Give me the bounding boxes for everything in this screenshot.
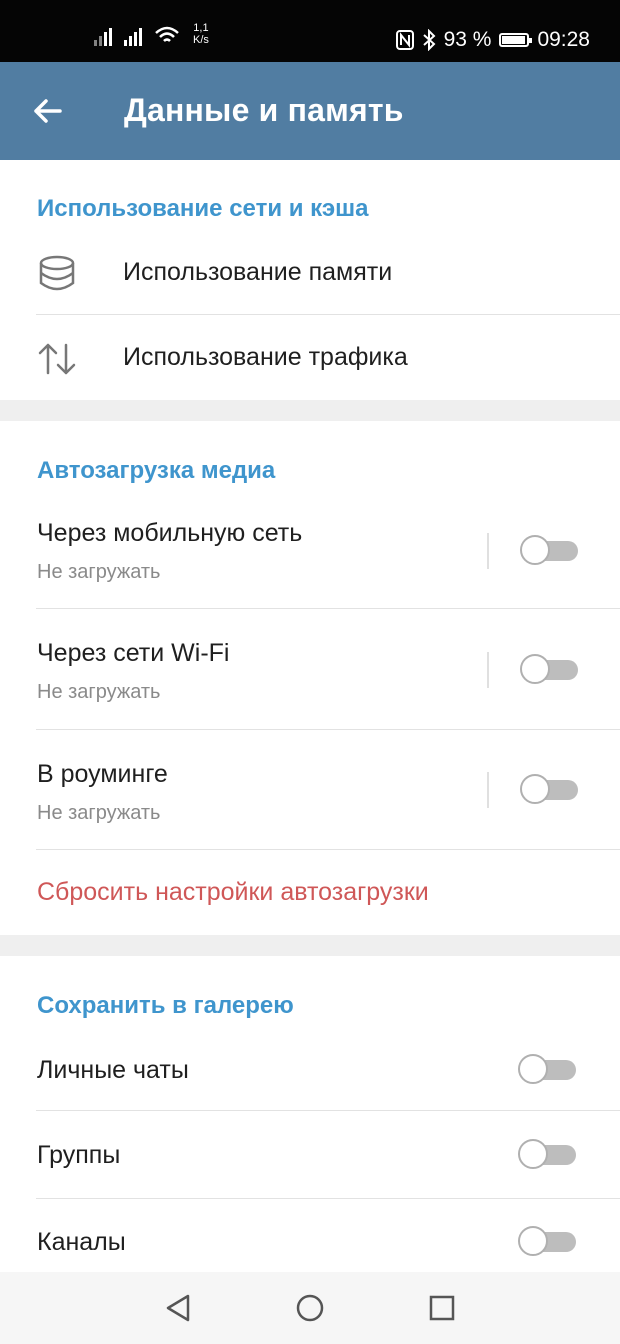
- nfc-icon: [395, 30, 414, 50]
- reset-autodownload-button[interactable]: Сбросить настройки автозагрузки: [37, 878, 429, 907]
- network-usage-section: Использование сети и кэша Использование …: [0, 160, 620, 400]
- item-label: Использование трафика: [123, 343, 408, 371]
- gallery-groups-item[interactable]: Группы: [0, 1111, 620, 1198]
- item-label: Личные чаты: [37, 1056, 189, 1084]
- item-label: Использование памяти: [123, 258, 393, 286]
- item-subtitle: Не загружать: [37, 681, 161, 703]
- wifi-icon: [155, 26, 179, 42]
- item-label: Через сети Wi-Fi: [37, 639, 230, 667]
- autodownload-roaming-item[interactable]: В роуминге Не загружать: [0, 730, 620, 849]
- autodownload-wifi-item[interactable]: Через сети Wi-Fi Не загружать: [0, 609, 620, 729]
- section-header: Сохранить в галерею: [37, 992, 294, 1019]
- vertical-separator: [487, 772, 489, 808]
- wifi-toggle[interactable]: [520, 654, 580, 684]
- signal-icon: [94, 24, 112, 46]
- section-header: Автозагрузка медиа: [37, 457, 276, 484]
- groups-toggle[interactable]: [518, 1139, 578, 1169]
- back-triangle-icon[interactable]: [162, 1292, 194, 1324]
- private-chats-toggle[interactable]: [518, 1054, 578, 1084]
- save-to-gallery-section: Сохранить в галерею Личные чаты Группы К…: [0, 956, 620, 1272]
- item-subtitle: Не загружать: [37, 561, 161, 583]
- up-down-arrows-icon: [38, 343, 76, 375]
- gallery-private-chats-item[interactable]: Личные чаты: [0, 1026, 620, 1110]
- network-indicators: [94, 24, 180, 46]
- database-icon: [39, 255, 75, 291]
- item-label: Через мобильную сеть: [37, 519, 303, 547]
- status-bar: 1,1 K/s 93 % 09:28: [0, 0, 620, 62]
- home-circle-icon[interactable]: [294, 1292, 326, 1324]
- clock: 09:28: [537, 28, 590, 51]
- arrow-left-icon[interactable]: [26, 89, 70, 133]
- recents-square-icon[interactable]: [426, 1292, 458, 1324]
- storage-usage-item[interactable]: Использование памяти: [0, 230, 620, 314]
- bluetooth-icon: [422, 29, 436, 51]
- mobile-toggle[interactable]: [520, 535, 580, 565]
- system-nav-bar: [0, 1272, 620, 1344]
- battery-percent: 93 %: [443, 28, 492, 51]
- speed-unit: K/s: [193, 34, 209, 46]
- section-header: Использование сети и кэша: [37, 195, 369, 222]
- status-right: 93 % 09:28: [395, 28, 590, 52]
- item-subtitle: Не загружать: [37, 802, 161, 824]
- vertical-separator: [487, 652, 489, 688]
- divider: [36, 849, 620, 850]
- traffic-usage-item[interactable]: Использование трафика: [0, 315, 620, 400]
- channels-toggle[interactable]: [518, 1226, 578, 1256]
- app-bar: Данные и память: [0, 62, 620, 160]
- signal-icon: [124, 24, 142, 46]
- gallery-channels-item[interactable]: Каналы: [0, 1199, 620, 1272]
- item-label: Каналы: [37, 1228, 126, 1256]
- network-speed: 1,1 K/s: [193, 22, 209, 46]
- autodownload-mobile-item[interactable]: Через мобильную сеть Не загружать: [0, 491, 620, 608]
- page-title: Данные и память: [124, 92, 404, 128]
- item-label: Группы: [37, 1141, 121, 1169]
- autodownload-section: Автозагрузка медиа Через мобильную сеть …: [0, 421, 620, 935]
- battery-icon: [499, 33, 533, 47]
- item-label: В роуминге: [37, 760, 168, 788]
- vertical-separator: [487, 533, 489, 569]
- roaming-toggle[interactable]: [520, 774, 580, 804]
- speed-value: 1,1: [193, 22, 209, 34]
